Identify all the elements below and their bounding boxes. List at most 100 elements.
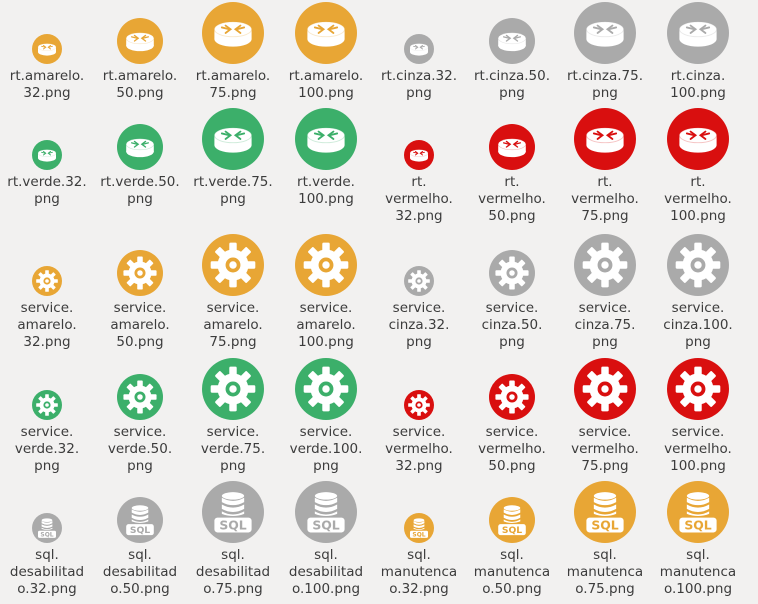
database-icon: SQL [32,513,62,543]
gear-icon [117,374,163,420]
database-icon: SQL [117,497,163,543]
file-thumbnail [94,2,186,64]
file-name: rt.cinza. 100.png [670,68,726,101]
file-thumbnail [94,358,186,420]
file-thumbnail [373,108,465,170]
file-item[interactable]: rt.amarelo. 32.png [1,2,93,102]
file-item[interactable]: service. cinza.100. png [652,234,744,351]
file-thumbnail: SQL [280,481,372,543]
file-thumbnail [373,358,465,420]
file-item[interactable]: service. amarelo. 32.png [1,234,93,351]
file-thumbnail: SQL [187,481,279,543]
file-item[interactable]: SQL sql. desabilitad o.100.png [280,481,372,598]
file-item[interactable]: service. vermelho. 100.png [652,358,744,475]
file-item[interactable]: rt.verde. 100.png [280,108,372,208]
file-name: sql. manutenca o.32.png [380,547,458,597]
file-thumbnail [1,358,93,420]
file-item[interactable]: SQL sql. desabilitad o.75.png [187,481,279,598]
file-name: rt.verde.50. png [100,174,180,207]
file-name: sql. desabilitad o.50.png [102,547,178,597]
database-icon: SQL [667,481,729,543]
file-thumbnail [466,358,558,420]
file-thumbnail [559,2,651,64]
file-thumbnail [652,234,744,296]
gear-icon [574,358,636,420]
file-item[interactable]: rt.cinza.50. png [466,2,558,102]
router-icon [404,34,434,64]
file-thumbnail [1,108,93,170]
file-thumbnail [280,108,372,170]
file-thumbnail [652,108,744,170]
file-name: service. cinza.75. png [574,300,636,350]
file-thumbnail [187,234,279,296]
router-icon [667,2,729,64]
svg-text:SQL: SQL [219,517,246,532]
file-name: service. vermelho. 100.png [664,424,732,474]
file-name: rt.verde.75. png [193,174,273,207]
file-item[interactable]: service. vermelho. 50.png [466,358,558,475]
file-item[interactable]: service. vermelho. 32.png [373,358,465,475]
file-name: sql. desabilitad o.75.png [195,547,271,597]
file-name: rt.amarelo. 32.png [9,68,85,101]
file-item[interactable]: service. verde.50. png [94,358,186,475]
file-name: rt. vermelho. 75.png [571,174,639,224]
svg-text:SQL: SQL [591,517,618,532]
file-name: service. amarelo. 100.png [296,300,356,350]
file-item[interactable]: service. verde.100. png [280,358,372,475]
file-item[interactable]: rt.cinza. 100.png [652,2,744,102]
file-item[interactable]: service. amarelo. 75.png [187,234,279,351]
file-item[interactable]: SQL sql. manutenca o.100.png [652,481,744,598]
file-thumbnail [187,108,279,170]
file-thumbnail [280,234,372,296]
file-thumbnail [466,108,558,170]
file-name: rt.amarelo. 75.png [195,68,271,101]
router-icon [117,124,163,170]
file-item[interactable]: rt.amarelo. 50.png [94,2,186,102]
file-item[interactable]: rt.cinza.32. png [373,2,465,102]
file-item[interactable]: rt.verde.50. png [94,108,186,208]
gear-icon [295,358,357,420]
gear-icon [32,266,62,296]
database-icon: SQL [404,513,434,543]
file-name: service. amarelo. 75.png [203,300,263,350]
gear-icon [489,374,535,420]
file-thumbnail: SQL [373,481,465,543]
file-name: rt.verde. 100.png [297,174,355,207]
file-item[interactable]: rt.verde.32. png [1,108,93,208]
file-item[interactable]: rt.amarelo. 100.png [280,2,372,102]
file-name: rt.amarelo. 100.png [288,68,364,101]
file-item[interactable]: SQL sql. manutenca o.75.png [559,481,651,598]
file-thumbnail [1,2,93,64]
file-item[interactable]: SQL sql. desabilitad o.32.png [1,481,93,598]
database-icon: SQL [202,481,264,543]
file-thumbnail [187,2,279,64]
file-name: rt.cinza.32. png [381,68,457,101]
file-item[interactable]: service. vermelho. 75.png [559,358,651,475]
gear-icon [202,358,264,420]
file-item[interactable]: service. cinza.50. png [466,234,558,351]
file-item[interactable]: SQL sql. manutenca o.32.png [373,481,465,598]
file-name: service. verde.50. png [107,424,173,474]
database-icon: SQL [295,481,357,543]
file-name: rt. vermelho. 32.png [385,174,453,224]
file-item[interactable]: service. cinza.75. png [559,234,651,351]
file-name: sql. manutenca o.50.png [473,547,551,597]
file-item[interactable]: service. amarelo. 50.png [94,234,186,351]
file-item[interactable]: rt. vermelho. 50.png [466,108,558,225]
router-icon [117,18,163,64]
file-item[interactable]: SQL sql. manutenca o.50.png [466,481,558,598]
file-item[interactable]: service. amarelo. 100.png [280,234,372,351]
file-item[interactable]: rt.amarelo. 75.png [187,2,279,102]
file-item[interactable]: rt. vermelho. 32.png [373,108,465,225]
file-item[interactable]: rt. vermelho. 100.png [652,108,744,225]
file-item[interactable]: service. cinza.32. png [373,234,465,351]
file-item[interactable]: rt. vermelho. 75.png [559,108,651,225]
file-item[interactable]: SQL sql. desabilitad o.50.png [94,481,186,598]
svg-text:SQL: SQL [412,531,425,538]
file-item[interactable]: rt.verde.75. png [187,108,279,208]
file-name: service. amarelo. 32.png [17,300,77,350]
file-thumbnail: SQL [559,481,651,543]
file-item[interactable]: service. verde.32. png [1,358,93,475]
file-item[interactable]: service. verde.75. png [187,358,279,475]
file-item[interactable]: rt.cinza.75. png [559,2,651,102]
